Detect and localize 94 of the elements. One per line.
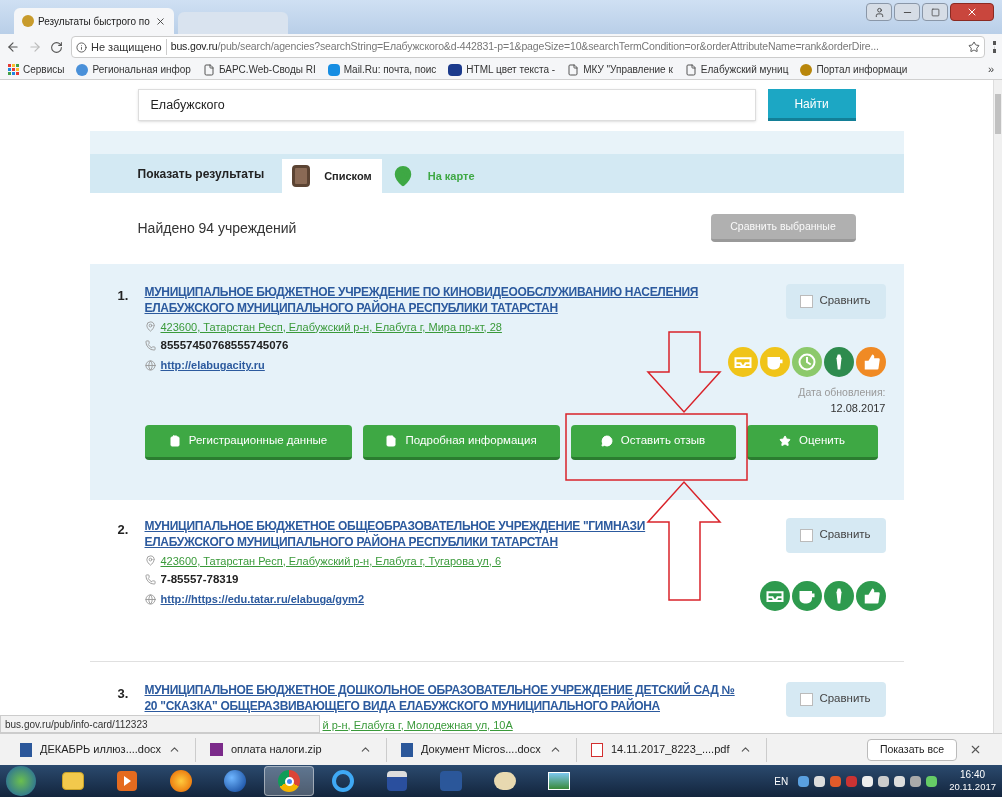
document-icon <box>401 742 413 757</box>
folder-icon[interactable] <box>62 772 84 790</box>
picture-icon[interactable] <box>548 772 570 790</box>
institution-link[interactable]: МУНИЦИПАЛЬНОЕ БЮДЖЕТНОЕ УЧРЕЖДЕНИЕ ПО КИНОВИДЕООБСЛУЖИВАНИЮ НАСЕЛЕНИЯ ЕЛАБУЖСКОГО МУНИЦИПАЛЬНОГО РАЙОНА РЕСПУБЛИКИ ТАТАРСТАН <box>144 283 699 316</box>
emblem-icon <box>800 63 813 76</box>
scrollbar[interactable] <box>993 80 1002 733</box>
address-link[interactable]: 423600, Татарстан Респ, Елабужский р-н, Елабуга г, Тугарова ул, 6 <box>160 552 501 569</box>
status-url-tooltip: bus.gov.ru/pub/info-card/112323 <box>0 715 320 733</box>
play-icon[interactable] <box>117 771 137 791</box>
globe-icon <box>144 594 156 605</box>
checkbox[interactable] <box>800 692 814 706</box>
page-icon <box>202 63 215 76</box>
start-button[interactable] <box>6 766 36 796</box>
info-icon <box>76 41 87 53</box>
download-item[interactable]: Документ Micros....docx <box>421 741 541 758</box>
clock-date: 20.11.2017 <box>949 781 996 793</box>
document-icon <box>385 434 398 447</box>
bookmark-link[interactable]: Региональная инфор <box>92 62 191 77</box>
phone-icon <box>144 574 156 586</box>
globe-icon[interactable] <box>224 770 246 792</box>
speech-bubble-icon <box>600 434 613 447</box>
bookmark-link[interactable]: БАРС.Web-Своды RI <box>218 62 316 77</box>
show-all-button[interactable]: Показать все <box>866 738 957 761</box>
pin-icon <box>144 555 156 567</box>
download-item[interactable]: оплата налоги.zip <box>231 741 351 758</box>
result-number: 2. <box>117 520 130 539</box>
maximize-icon <box>930 7 940 17</box>
update-date: 12.08.2017 <box>830 401 886 417</box>
round-logo-icon[interactable] <box>278 770 300 792</box>
result-number: 1. <box>117 286 130 305</box>
compare-selected-button: Сравнить выбранные <box>710 214 856 243</box>
institution-link[interactable]: МУНИЦИПАЛЬНОЕ БЮДЖЕТНОЕ ОБЩЕОБРАЗОВАТЕЛЬНОЕ УЧРЕЖДЕНИЕ "ГИМНАЗИ ЕЛАБУЖСКОГО МУНИЦИПАЛЬНОГО РАЙОНА РЕСПУБЛИКИ ТАТАРСТАН <box>144 517 646 550</box>
address-link[interactable]: й р-н, Елабуга г, Молодежная ул, 10А <box>322 716 513 733</box>
close-button[interactable] <box>950 3 994 21</box>
institution-link[interactable]: МУНИЦИПАЛЬНОЕ БЮДЖЕТНОЕ ДОШКОЛЬНОЕ ОБРАЗОВАТЕЛЬНОЕ УЧРЕЖДЕНИЕ ДЕТСКИЙ САД № 20 "СКАЗКА" ОБЩЕРАЗВИВАЮЩЕГО ВИДА ЕЛАБУЖСКОГО МУНИЦИПАЛЬНОГО РАЙОНА <box>144 681 735 714</box>
compare-button[interactable]: Сравнить <box>785 681 886 717</box>
browser-tab[interactable]: Результаты быстрого по <box>14 8 174 34</box>
archive-icon <box>210 743 223 756</box>
bookmark-link[interactable]: МКУ "Управление к <box>583 62 673 77</box>
reload-icon[interactable] <box>50 40 63 54</box>
pdf-icon <box>591 742 603 757</box>
phone-number: 7-85557-78319 <box>160 572 239 587</box>
globe-icon <box>144 360 156 371</box>
fox-globe-icon[interactable] <box>170 770 192 792</box>
user-icon <box>873 6 885 18</box>
grid-icon <box>8 64 19 75</box>
show-results-label: Показать результаты <box>137 165 265 183</box>
bookmark-link[interactable]: Сервисы <box>23 62 65 77</box>
close-icon[interactable] <box>969 743 982 756</box>
mail-icon <box>327 63 340 76</box>
phone-icon <box>144 340 156 352</box>
html-icon <box>448 63 463 76</box>
emblem-icon <box>22 15 34 27</box>
bookmark-link[interactable]: Портал информаци <box>816 62 908 77</box>
bookmark-link[interactable]: HTML цвет текста - <box>466 62 556 77</box>
e-logo-icon[interactable] <box>332 770 354 792</box>
clipboard-icon <box>292 165 311 188</box>
close-icon[interactable] <box>155 15 166 27</box>
pin-icon <box>144 321 156 333</box>
page-icon <box>567 63 580 76</box>
bookmark-link[interactable]: Mail.Ru: почта, поис <box>343 62 437 77</box>
tab-title: Результаты быстрого по <box>38 14 151 29</box>
star-icon <box>779 434 792 447</box>
palette-icon[interactable] <box>494 772 516 790</box>
compare-button[interactable]: Сравнить <box>785 517 886 553</box>
compare-button[interactable]: Сравнить <box>785 283 886 319</box>
phone-number: 85557450768555745076 <box>160 338 289 353</box>
website-link[interactable]: http://https://edu.tatar.ru/elabuga/gym2 <box>160 591 365 608</box>
results-count: Найдено 94 учреждений <box>137 218 297 238</box>
page-icon <box>684 63 697 76</box>
bookmark-link[interactable]: Елабужский муниц <box>700 62 789 77</box>
close-icon <box>966 6 978 18</box>
url-text: bus.gov.ru/pub/search/agencies?searchString=Елабужского&d-442831-p=1&pageSize=10&searchTermCondition=or&orderAttributeName=rank&orderDire... <box>170 39 879 55</box>
checkbox[interactable] <box>800 294 814 308</box>
download-item[interactable]: ДЕКАБРЬ иллюз....docx <box>40 741 160 758</box>
language-indicator[interactable]: EN <box>774 773 789 789</box>
user-button[interactable] <box>866 3 892 21</box>
checkbox[interactable] <box>800 528 814 542</box>
search-field[interactable]: Елабужского <box>137 89 756 122</box>
back-icon[interactable] <box>6 40 20 54</box>
document-icon <box>20 742 32 757</box>
menu-icon[interactable] <box>993 41 996 53</box>
person-icon <box>76 63 89 76</box>
download-item[interactable]: 14.11.2017_8223_....pdf <box>611 741 731 758</box>
security-label: Не защищено <box>91 38 167 56</box>
more-bookmarks[interactable]: » <box>987 61 994 78</box>
star-icon[interactable] <box>968 41 980 53</box>
clock-time: 16:40 <box>960 769 986 781</box>
maximize-button[interactable] <box>922 3 948 21</box>
update-label: Дата обновления: <box>798 384 886 400</box>
view-tab[interactable]: Списком <box>282 159 382 194</box>
clipboard-icon <box>168 434 181 447</box>
website-link[interactable]: http://elabugacity.ru <box>160 357 265 374</box>
address-field[interactable]: Не защищено bus.gov.ru/pub/search/agencies?searchString=Елабужского&d-442831-p=1&pageSize=10&searchTermCondition=or&orderAttributeName=rank&orderDire... <box>71 36 985 58</box>
